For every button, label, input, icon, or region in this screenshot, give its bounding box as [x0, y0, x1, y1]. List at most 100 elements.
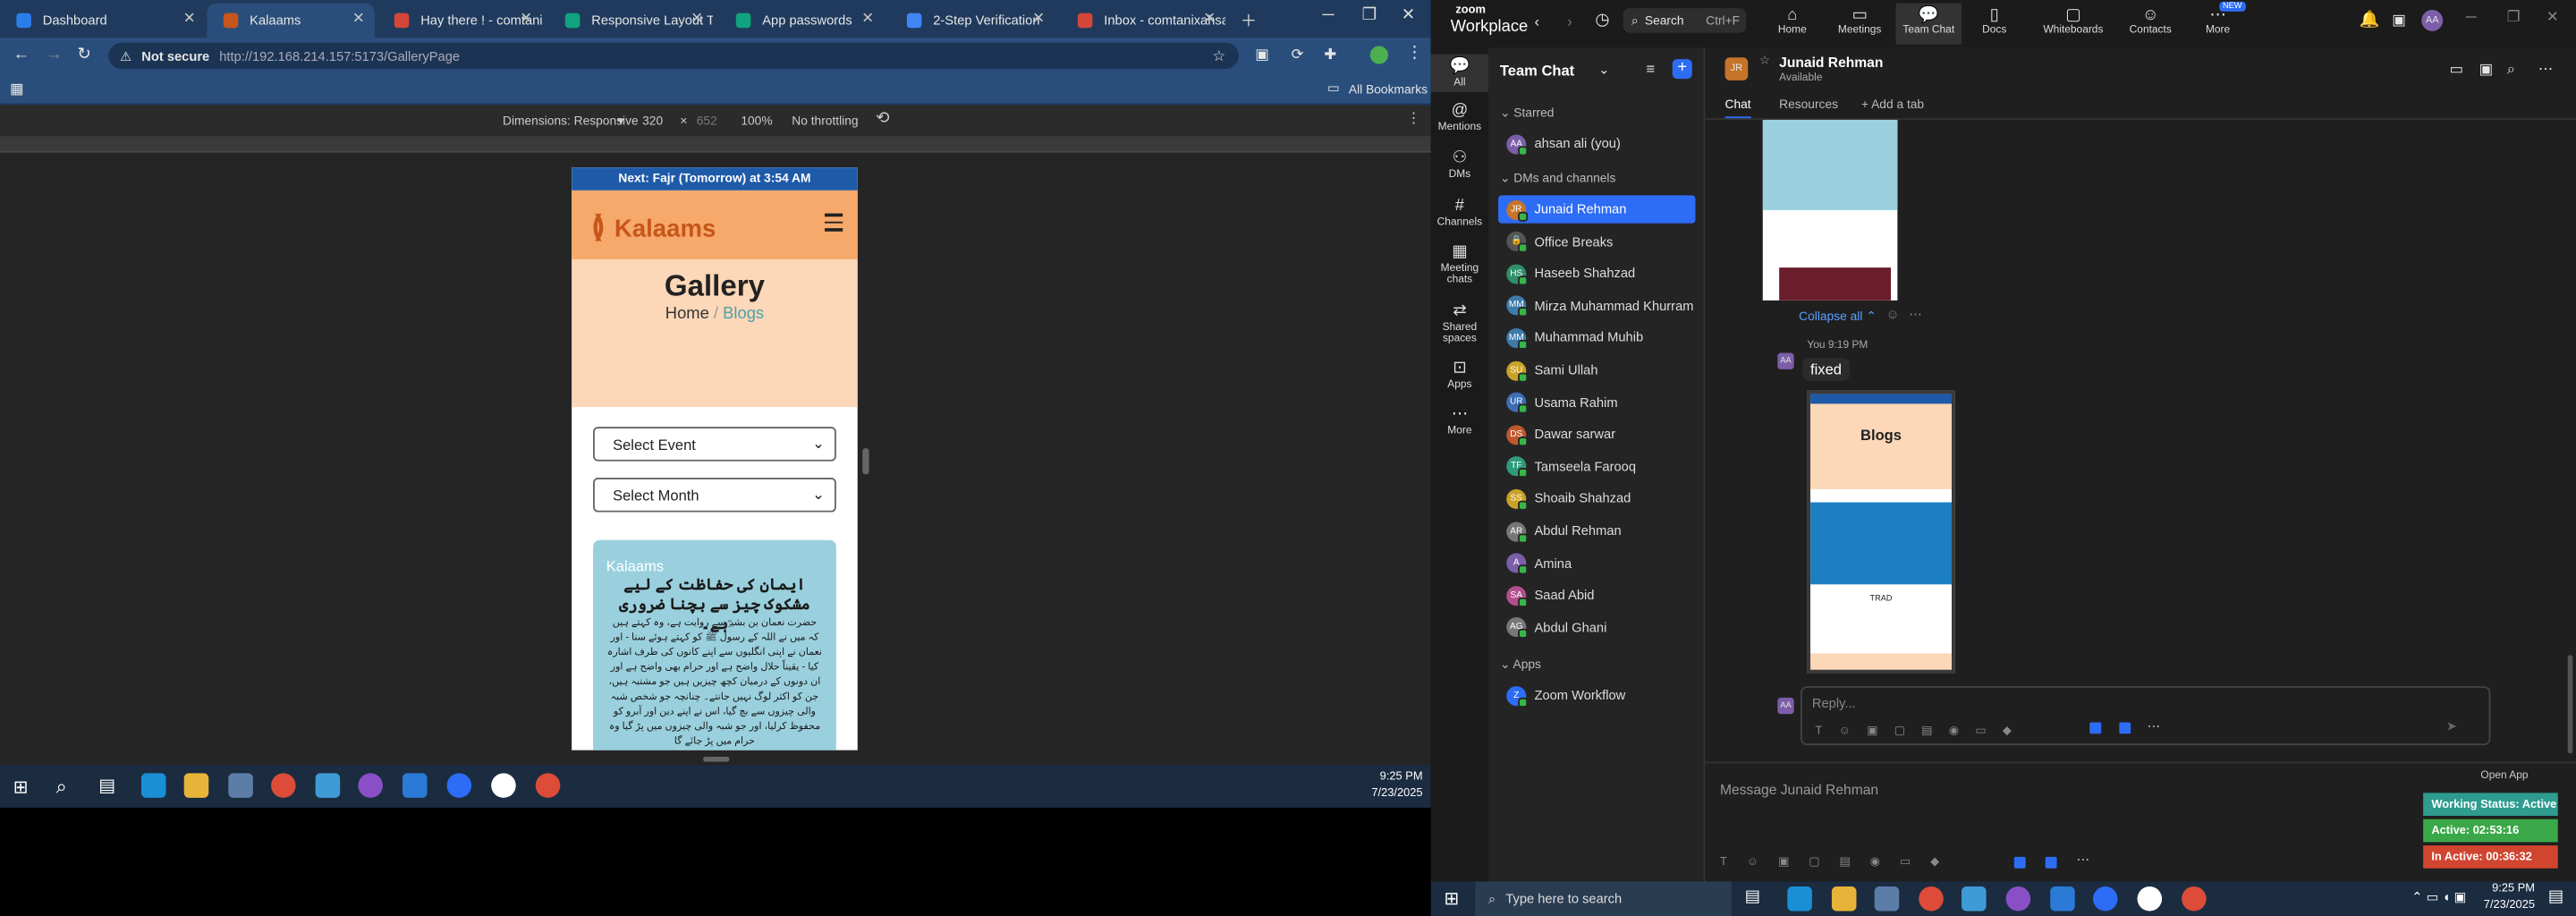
width-input[interactable]: 320 — [642, 114, 663, 129]
file-explorer-icon[interactable] — [183, 773, 209, 798]
more-icon[interactable]: ⋯ — [2538, 61, 2554, 79]
tab-kalaams[interactable]: Kalaams ✕ — [207, 3, 375, 38]
app-icon[interactable] — [2013, 856, 2026, 869]
app-icon[interactable] — [2119, 722, 2131, 734]
back-icon[interactable]: ← — [13, 46, 30, 64]
address-bar[interactable]: ⚠ Not secure http://192.168.214.157:5173… — [108, 42, 1239, 70]
new-tab-icon[interactable]: ＋ — [1241, 6, 1257, 31]
chat-list-item[interactable]: AA ahsan ali (you) — [1498, 130, 1695, 157]
dms-header[interactable]: ⌄ DMs and channels — [1500, 171, 1615, 186]
chrome-icon[interactable] — [2182, 886, 2207, 912]
nav-shared-spaces[interactable]: ⇄ Shared spaces — [1431, 302, 1488, 345]
maximize-icon[interactable]: ❐ — [1362, 6, 1377, 24]
chevron-down-icon[interactable]: ⌄ — [1598, 63, 1609, 78]
app-icon[interactable] — [315, 773, 341, 798]
minimize-icon[interactable]: ─ — [1323, 6, 1335, 24]
nav-meeting-chats[interactable]: ▦ Meeting chats — [1431, 243, 1488, 286]
app-icon[interactable] — [2137, 886, 2163, 912]
app-icon[interactable] — [2089, 722, 2102, 734]
tab-dashboard[interactable]: Dashboard ✕ — [0, 4, 206, 38]
tab-responsive-layout[interactable]: Responsive Layout Tai...✕ — [548, 4, 713, 38]
edge-icon[interactable] — [1787, 886, 1812, 912]
nav-dms[interactable]: ⚇ DMs — [1431, 149, 1488, 181]
starred-header[interactable]: ⌄ Starred — [1500, 105, 1555, 120]
github-icon[interactable] — [358, 773, 383, 798]
forward-icon[interactable]: → — [46, 46, 62, 64]
windows-start-icon[interactable]: ⊞ — [13, 776, 29, 798]
nav-home[interactable]: ⌂ Home — [1759, 6, 1825, 36]
compose-button[interactable]: + — [1672, 59, 1692, 80]
chat-list-item[interactable]: TF Tamseela Farooq — [1498, 453, 1695, 480]
close-icon[interactable]: ✕ — [1032, 10, 1045, 28]
nav-contacts[interactable]: ☺ Contacts — [2118, 6, 2183, 36]
chrome-icon[interactable] — [1919, 886, 1944, 912]
chrome-icon[interactable] — [271, 773, 296, 798]
extension-icon[interactable]: ▣ — [1255, 46, 1269, 64]
edge-icon[interactable] — [140, 773, 166, 798]
menu-icon[interactable]: ⋮ — [1406, 45, 1422, 63]
tab-add[interactable]: + Add a tab — [1861, 97, 1924, 112]
chat-list-item[interactable]: UR Usama Rahim — [1498, 388, 1695, 416]
filter-icon[interactable]: ≡ — [1646, 61, 1655, 77]
close-icon[interactable]: ✕ — [183, 10, 196, 28]
puzzle-icon[interactable]: ✚ — [1324, 46, 1336, 64]
nav-mentions[interactable]: @ Mentions — [1431, 102, 1488, 133]
store-icon[interactable] — [1874, 886, 1900, 912]
vscode-icon[interactable] — [402, 773, 428, 798]
bookmark-star-icon[interactable]: ☆ — [1212, 47, 1225, 64]
minimize-icon[interactable]: ─ — [2466, 8, 2477, 24]
file-explorer-icon[interactable] — [1831, 886, 1857, 912]
chrome-icon[interactable] — [535, 773, 561, 798]
zoom-icon[interactable] — [446, 773, 472, 798]
chat-list-item[interactable]: 🔒 Office Breaks — [1498, 227, 1695, 255]
search-icon[interactable]: ⌕ — [55, 775, 66, 800]
more-options-icon[interactable]: ⋮ — [1406, 110, 1421, 128]
reload-icon[interactable]: ↻ — [77, 46, 90, 64]
nav-channels[interactable]: # Channels — [1431, 197, 1488, 228]
shared-screenshot-image[interactable]: Blogs TRAD — [1807, 390, 1955, 674]
app-icon[interactable] — [2045, 856, 2057, 869]
back-icon[interactable]: ‹ — [1534, 13, 1539, 30]
more-icon[interactable]: ⋯ — [1909, 307, 1922, 322]
close-window-icon[interactable]: ✕ — [2546, 8, 2559, 26]
more-icon[interactable]: ⋯ — [2148, 719, 2161, 734]
windows-start-icon[interactable]: ⊞ — [1444, 888, 1459, 910]
tab-2-step-verification[interactable]: 2-Step Verification ✕ — [890, 4, 1055, 38]
chat-list-item[interactable]: A Amina — [1498, 549, 1695, 577]
chat-list-item[interactable]: HS Haseeb Shahzad — [1498, 259, 1695, 287]
select-event[interactable]: Select Event ⌄ — [593, 427, 836, 462]
throttling-select[interactable]: No throttling — [792, 114, 858, 129]
formatting-toolbar[interactable]: T☺▣▢▤◉▭◆ — [1816, 724, 2029, 737]
notification-icon[interactable]: ▤ — [2548, 888, 2563, 906]
chat-list-item[interactable]: AR Abdul Rehman — [1498, 517, 1695, 545]
chat-contact-name[interactable]: Junaid Rehman — [1779, 55, 1883, 71]
video-icon[interactable]: ▭ — [2450, 61, 2464, 79]
site-logo[interactable]: Kalaams — [614, 215, 716, 242]
search-input[interactable]: ⌕ Search Ctrl+F — [1623, 8, 1747, 33]
tab-chat[interactable]: Chat — [1724, 97, 1751, 120]
bell-icon[interactable]: 🔔 — [2360, 12, 2380, 30]
chat-list-item[interactable]: SU Sami Ullah — [1498, 356, 1695, 384]
layout-icon[interactable]: ▣ — [2479, 61, 2494, 79]
close-icon[interactable]: ✕ — [520, 10, 532, 28]
reply-box[interactable]: Reply... T☺▣▢▤◉▭◆ ⋯ ➤ — [1801, 686, 2491, 746]
github-icon[interactable] — [2005, 886, 2031, 912]
resize-handle-bottom[interactable] — [703, 756, 730, 762]
chat-list-item[interactable]: Z Zoom Workflow — [1498, 682, 1695, 709]
tab-gmail-hay-there[interactable]: Hay there ! - comtani... ✕ — [377, 4, 542, 38]
taskbar-search[interactable]: ⌕ Type here to search — [1475, 881, 1732, 916]
resize-handle-right[interactable] — [862, 447, 869, 475]
rotate-icon[interactable]: ⟲ — [876, 110, 889, 128]
system-tray-icons[interactable]: ⌃ ▭ ◖ ▣ — [2411, 890, 2466, 905]
select-month[interactable]: Select Month ⌄ — [593, 478, 836, 513]
vscode-icon[interactable] — [2050, 886, 2075, 912]
more-icon[interactable]: ⋯ — [2077, 852, 2090, 867]
nav-docs[interactable]: ▯ Docs — [1962, 6, 2027, 36]
close-icon[interactable]: ✕ — [691, 10, 703, 28]
extension-icon[interactable]: ⟳ — [1292, 46, 1304, 64]
shared-screenshot-thumbnail[interactable] — [1762, 119, 1898, 301]
close-icon[interactable]: ✕ — [1203, 10, 1216, 28]
history-icon[interactable]: ◷ — [1595, 12, 1609, 30]
search-icon[interactable]: ⌕ — [2507, 61, 2515, 79]
all-bookmarks[interactable]: All Bookmarks — [1349, 82, 1428, 98]
